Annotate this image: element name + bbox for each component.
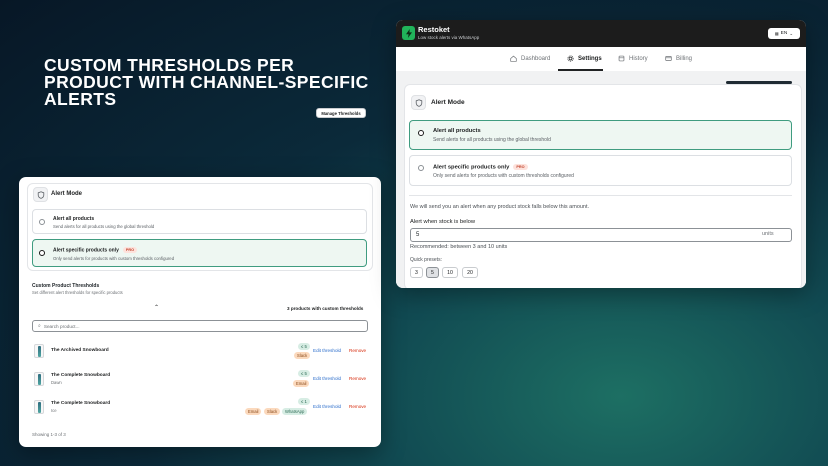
manage-thresholds-button[interactable]: Manage Thresholds	[316, 108, 366, 118]
remove-link[interactable]: Remove	[349, 404, 366, 409]
channel-badge-email: Email	[245, 408, 262, 415]
app-header: Restoket Low stock alerts via WhatsApp ▦…	[396, 20, 806, 47]
option-title: Alert all products	[53, 216, 95, 222]
edit-threshold-link[interactable]: Edit threshold	[313, 348, 341, 353]
chevron-down-icon: ⌄	[789, 30, 794, 36]
pro-badge: PRO	[513, 164, 528, 170]
option-desc: Only send alerts for products with custo…	[53, 256, 175, 261]
product-row: The Complete Snowboard Ice ≤ 1 Email Sla…	[32, 396, 368, 424]
flag-icon: ▦	[774, 31, 779, 36]
threshold-info-text: We will send you an alert when any produ…	[410, 204, 590, 210]
tab-billing[interactable]: Billing	[665, 55, 692, 62]
option-title-text: Alert specific products only	[53, 247, 119, 254]
chevron-up-icon[interactable]: ⌃	[154, 304, 159, 311]
preset-button-5[interactable]: 5	[426, 267, 439, 278]
remove-link[interactable]: Remove	[349, 376, 366, 381]
product-search-input[interactable]: ⌕ Search product...	[32, 320, 368, 332]
channel-badge-slack: Slack	[264, 408, 281, 415]
option-title-text: Alert specific products only	[433, 164, 510, 171]
alert-mode-card	[404, 84, 802, 288]
option-alert-all[interactable]: Alert all products Send alerts for all p…	[32, 209, 367, 234]
tab-label: Billing	[676, 55, 693, 62]
product-name: The Complete Snowboard	[51, 373, 111, 378]
option-alert-specific[interactable]: Alert specific products only PRO Only sen…	[32, 239, 367, 267]
brand-name: Restoket	[418, 25, 450, 34]
custom-thresholds-desc: Set different alert thresholds for speci…	[32, 290, 123, 295]
custom-thresholds-title: Custom Product Thresholds	[32, 283, 100, 289]
pro-badge: PRO	[122, 247, 138, 253]
option-title: Alert all products	[433, 128, 481, 134]
option-title: Alert specific products only PRO	[53, 247, 138, 254]
threshold-badge: ≤ 5	[298, 343, 310, 350]
threshold-badge: ≤ 1	[298, 398, 310, 405]
tab-label: Settings	[578, 55, 602, 62]
brand-tagline: Low stock alerts via WhatsApp	[418, 35, 480, 40]
preset-button-10[interactable]: 10	[442, 267, 458, 278]
option-desc: Send alerts for all products using the g…	[53, 224, 155, 229]
option-alert-all[interactable]: Alert all products Send alerts for all p…	[409, 120, 792, 150]
channel-badge-email: Email	[293, 380, 310, 387]
snowboard-thumbnail	[34, 344, 44, 358]
tab-history[interactable]: History	[618, 55, 648, 62]
preset-button-20[interactable]: 20	[462, 267, 478, 278]
option-desc: Only send alerts for products with custo…	[433, 173, 574, 179]
snowboard-thumbnail	[34, 372, 44, 386]
pagination-summary: Showing 1-3 of 3	[32, 432, 66, 437]
threshold-field-label: Alert when stock is below	[410, 219, 476, 225]
radio-alert-all[interactable]	[39, 219, 45, 225]
product-name: The Archived Snowboard	[51, 348, 109, 353]
preset-button-3[interactable]: 3	[410, 267, 423, 278]
tab-settings[interactable]: Settings	[567, 55, 602, 62]
alert-mode-title: Alert Mode	[431, 99, 465, 106]
recommendation-text: Recommended: between 3 and 10 units	[410, 244, 508, 250]
product-name: The Complete Snowboard	[51, 401, 111, 406]
threshold-badge: ≤ 5	[298, 370, 310, 377]
radio-alert-all[interactable]	[418, 130, 424, 136]
option-title: Alert specific products only PRO	[433, 164, 528, 171]
product-row: The Archived Snowboard ≤ 5 Slack Edit th…	[32, 339, 368, 367]
product-variant: Ice	[51, 408, 57, 413]
nav-tabs: Dashboard Settings History Billing	[396, 47, 806, 71]
channel-badge-slack: Slack	[294, 352, 311, 359]
marketing-headline: CUSTOM THRESHOLDS PER PRODUCT WITH CHANN…	[44, 56, 368, 109]
shield-icon	[411, 95, 426, 110]
units-suffix: units	[762, 231, 774, 237]
tab-label: Dashboard	[521, 55, 551, 62]
product-row: The Complete Snowboard Dawn ≤ 5 Email Ed…	[32, 368, 368, 396]
search-icon: ⌕	[38, 323, 41, 329]
snowboard-thumbnail	[34, 400, 44, 414]
language-code: EN	[780, 31, 788, 36]
option-alert-specific[interactable]: Alert specific products only PRO Only sen…	[409, 155, 792, 186]
radio-alert-specific[interactable]	[39, 250, 45, 256]
credit-card-icon	[665, 56, 672, 61]
history-icon	[618, 55, 625, 62]
edit-threshold-link[interactable]: Edit threshold	[313, 376, 341, 381]
alert-mode-title: Alert Mode	[51, 191, 83, 197]
home-icon	[510, 55, 517, 62]
headline-line-3: ALERTS	[44, 89, 117, 109]
edit-threshold-link[interactable]: Edit threshold	[313, 404, 341, 409]
language-selector[interactable]: ▦ EN ⌄	[768, 28, 800, 39]
search-placeholder: Search product...	[43, 323, 80, 329]
radio-alert-specific[interactable]	[418, 165, 424, 171]
quick-presets-label: Quick presets:	[410, 257, 442, 263]
product-variant: Dawn	[51, 380, 62, 385]
input-value: 5	[416, 232, 420, 238]
remove-link[interactable]: Remove	[349, 348, 366, 353]
tab-dashboard[interactable]: Dashboard	[510, 55, 550, 62]
gear-icon	[567, 55, 574, 62]
option-desc: Send alerts for all products using the g…	[433, 137, 551, 143]
divider	[409, 195, 792, 196]
stock-threshold-input[interactable]: 5	[410, 228, 792, 242]
tab-label: History	[629, 55, 648, 62]
channel-badge-whatsapp: WhatsApp	[282, 408, 308, 415]
custom-count-label: 3 products with custom thresholds	[287, 306, 364, 311]
bolt-logo-icon	[402, 26, 415, 40]
shield-icon	[33, 187, 48, 202]
